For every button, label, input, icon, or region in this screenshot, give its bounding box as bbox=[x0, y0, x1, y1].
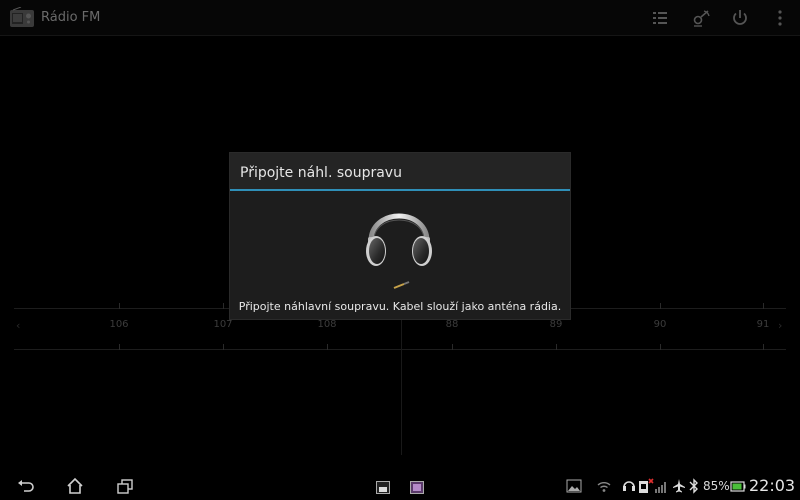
battery-percentage: 85% bbox=[703, 479, 730, 493]
headset-status-icon bbox=[622, 478, 636, 494]
dialog-header: Připojte náhl. soupravu bbox=[230, 153, 570, 191]
dial-tick bbox=[119, 344, 120, 350]
frequency-label: 91 bbox=[756, 319, 770, 330]
headphones-icon bbox=[363, 199, 435, 299]
dialog-title: Připojte náhl. soupravu bbox=[240, 165, 402, 181]
dial-tick bbox=[327, 344, 328, 350]
app-title: Rádio FM bbox=[41, 10, 101, 25]
frequency-label: 90 bbox=[653, 319, 667, 330]
tune-right-arrow[interactable]: › bbox=[778, 319, 782, 332]
small-app-thumbnail[interactable] bbox=[410, 479, 424, 494]
radio-icon[interactable] bbox=[9, 6, 35, 28]
back-icon[interactable] bbox=[16, 477, 36, 495]
tuner-needle bbox=[401, 300, 402, 455]
system-bar: 85% 22:03 bbox=[0, 472, 800, 500]
dial-tick bbox=[763, 303, 764, 309]
dial-line bbox=[14, 349, 786, 350]
dial-tick bbox=[763, 344, 764, 350]
dial-tick bbox=[452, 344, 453, 350]
dial-tick bbox=[223, 303, 224, 309]
overflow-menu-icon[interactable] bbox=[768, 6, 792, 30]
no-sim-signal-icon bbox=[638, 478, 668, 494]
connect-headset-dialog: Připojte náhl. soupravu Připojte náhlavn… bbox=[229, 152, 571, 320]
station-list-icon[interactable] bbox=[648, 6, 672, 30]
action-bar: Rádio FM bbox=[0, 0, 800, 36]
dial-tick bbox=[223, 344, 224, 350]
frequency-label: 106 bbox=[109, 319, 129, 330]
frequency-label: 89 bbox=[549, 319, 563, 330]
bluetooth-icon bbox=[688, 478, 700, 494]
airplane-mode-icon bbox=[672, 478, 686, 494]
dialog-message: Připojte náhlavní soupravu. Kabel slouží… bbox=[238, 300, 562, 313]
dial-tick bbox=[660, 303, 661, 309]
dial-tick bbox=[119, 303, 120, 309]
dial-tick bbox=[556, 344, 557, 350]
battery-icon bbox=[730, 478, 746, 494]
home-icon[interactable] bbox=[65, 477, 85, 495]
wifi-icon bbox=[596, 478, 612, 494]
gallery-notification-icon[interactable] bbox=[566, 478, 582, 494]
clock: 22:03 bbox=[749, 476, 796, 495]
recent-apps-icon[interactable] bbox=[115, 477, 135, 495]
frequency-label: 88 bbox=[445, 319, 459, 330]
frequency-label: 107 bbox=[213, 319, 233, 330]
dial-tick bbox=[660, 344, 661, 350]
tune-left-arrow[interactable]: ‹ bbox=[16, 319, 20, 332]
scan-icon[interactable] bbox=[689, 6, 713, 30]
power-icon[interactable] bbox=[728, 6, 752, 30]
frequency-label: 108 bbox=[317, 319, 337, 330]
small-app-thumbnail[interactable] bbox=[376, 479, 390, 494]
